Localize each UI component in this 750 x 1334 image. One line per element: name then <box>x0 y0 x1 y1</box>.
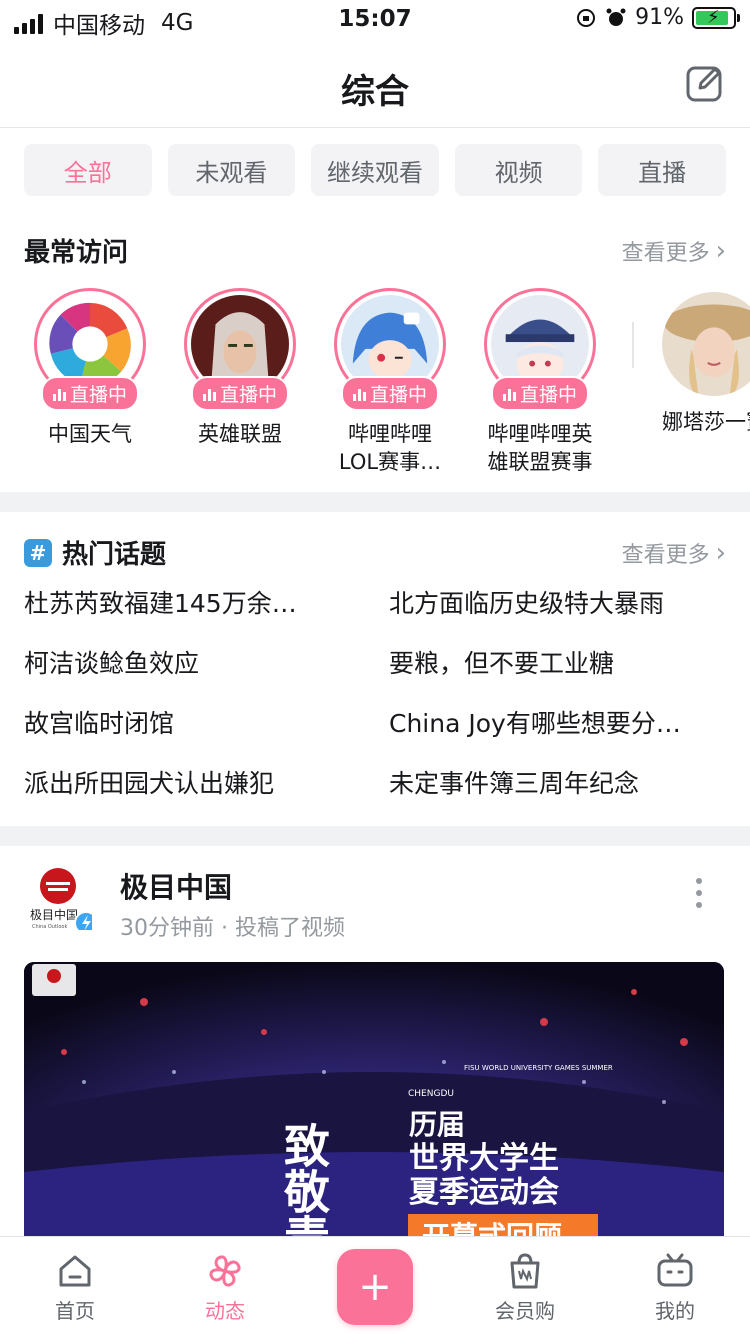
more-label: 查看更多 <box>621 240 710 266</box>
author-avatar[interactable]: 极目中国 China Outlook <box>24 862 98 935</box>
frequent-list: 直播中 中国天气 直播中 英雄联盟 直播中 哔哩哔哩LOL赛事… 直播中 哔哩哔… <box>32 288 634 476</box>
video-line3: 夏季运动会 <box>409 1175 559 1210</box>
nav-label: 会员购 <box>495 1299 555 1323</box>
frequent-item[interactable]: 直播中 中国天气 <box>32 288 148 476</box>
battery-percent: 91% <box>635 5 684 30</box>
post-time: 30分钟前 <box>120 916 214 941</box>
nav-dynamic[interactable]: 动态 <box>150 1237 300 1334</box>
nav-member-shop[interactable]: 会员购 <box>450 1237 600 1334</box>
hot-topics-more-link[interactable]: 查看更多 › <box>622 537 726 569</box>
post-action: 投稿了视频 <box>235 916 346 941</box>
hot-topic-item[interactable]: 故宫临时闭馆 <box>24 700 389 760</box>
frequent-header: 最常访问 查看更多 › <box>24 232 726 269</box>
hot-topic-item[interactable]: 派出所田园犬认出嫌犯 <box>24 760 389 820</box>
author-name[interactable]: 极目中国 <box>120 866 232 906</box>
hashtag-icon: # <box>24 538 52 567</box>
divider <box>632 322 634 368</box>
shopping-bag-icon <box>510 1253 540 1289</box>
frequent-item[interactable]: 直播中 哔哩哔哩英雄联盟赛事 <box>482 288 598 476</box>
alarm-icon <box>606 8 626 26</box>
nav-label: 我的 <box>655 1299 695 1323</box>
frequent-item-name: 娜塔莎一寶 <box>662 410 750 434</box>
bottom-nav: 首页 动态 + 会员购 我的 <box>0 1236 750 1334</box>
tab-all[interactable]: 全部 <box>24 144 152 196</box>
live-badge: 直播中 <box>40 376 140 411</box>
chevron-right-icon: › <box>715 235 726 266</box>
logo-text: 极目中国 <box>30 907 78 922</box>
header: 综合 <box>0 40 750 128</box>
tab-unwatched[interactable]: 未观看 <box>167 144 296 196</box>
logo-subtext: China Outlook <box>32 924 67 930</box>
tab-video[interactable]: 视频 <box>454 144 583 196</box>
more-options-icon[interactable] <box>696 878 702 908</box>
pinwheel-icon <box>209 1255 241 1287</box>
plus-icon: + <box>337 1249 413 1325</box>
live-bars-icon <box>202 387 216 401</box>
page-title: 综合 <box>341 72 409 112</box>
nav-label: 动态 <box>205 1299 245 1323</box>
frequent-item[interactable]: 娜塔莎一寶 <box>662 292 750 436</box>
hot-topic-item[interactable]: 北方面临历史级特大暴雨 <box>389 580 726 640</box>
tab-live[interactable]: 直播 <box>598 144 726 196</box>
hot-topics-grid: 杜苏芮致福建145万余… 北方面临历史级特大暴雨 柯洁谈鲶鱼效应 要粮，但不要工… <box>24 580 726 820</box>
frequent-item-name: 英雄联盟 <box>198 422 282 446</box>
battery-icon: ⚡ <box>692 6 740 29</box>
compose-icon[interactable] <box>686 64 724 102</box>
section-divider <box>0 492 750 512</box>
live-bars-icon <box>352 387 366 401</box>
filter-tabs: 全部 未观看 继续观看 视频 直播 <box>24 144 726 196</box>
video-line2: 世界大学生 <box>409 1141 559 1176</box>
live-bars-icon <box>502 387 516 401</box>
section-divider <box>0 826 750 846</box>
tv-icon <box>657 1253 693 1287</box>
live-badge: 直播中 <box>490 376 590 411</box>
hot-topic-item[interactable]: 未定事件簿三周年纪念 <box>389 760 726 820</box>
tab-continue-watching[interactable]: 继续观看 <box>311 144 439 196</box>
frequent-item[interactable]: 直播中 英雄联盟 <box>182 288 298 476</box>
hot-topic-item[interactable]: China Joy有哪些想要分… <box>389 700 726 760</box>
frequent-item-name: 哔哩哔哩英雄联盟赛事 <box>487 422 593 474</box>
live-bars-icon <box>52 387 66 401</box>
frequent-item-name: 中国天气 <box>48 422 132 446</box>
video-line1: 历届 <box>409 1108 465 1141</box>
nav-publish[interactable]: + <box>300 1237 450 1334</box>
avatar <box>662 292 750 396</box>
nav-label: 首页 <box>55 1299 95 1323</box>
video-thumbnail[interactable]: 致敬青春 CHENGDU FISU WORLD UNIVERSITY GAMES… <box>24 962 724 1262</box>
frequent-item-name: 哔哩哔哩LOL赛事… <box>338 422 442 474</box>
hot-topic-item[interactable]: 杜苏芮致福建145万余… <box>24 580 389 640</box>
home-icon <box>59 1255 91 1287</box>
rotation-lock-icon <box>577 8 596 27</box>
video-brand: CHENGDU <box>408 1089 454 1099</box>
live-badge: 直播中 <box>190 376 290 411</box>
hot-topic-item[interactable]: 要粮，但不要工业糖 <box>389 640 726 700</box>
frequent-more-link[interactable]: 查看更多 › <box>622 235 726 267</box>
frequent-item[interactable]: 直播中 哔哩哔哩LOL赛事… <box>332 288 448 476</box>
chevron-right-icon: › <box>715 537 726 568</box>
nav-profile[interactable]: 我的 <box>600 1237 750 1334</box>
hot-topics-header: # 热门话题 查看更多 › <box>24 534 726 571</box>
hot-topics-title: 热门话题 <box>62 540 167 570</box>
status-bar: 中国移动 4G 15:07 91% ⚡ <box>0 0 750 40</box>
video-fisu-text: FISU WORLD UNIVERSITY GAMES SUMMER <box>464 1064 613 1072</box>
frequent-title: 最常访问 <box>24 238 129 268</box>
more-label: 查看更多 <box>621 542 710 568</box>
post-meta: 30分钟前 · 投稿了视频 <box>120 916 346 941</box>
hot-topic-item[interactable]: 柯洁谈鲶鱼效应 <box>24 640 389 700</box>
nav-home[interactable]: 首页 <box>0 1237 150 1334</box>
live-badge: 直播中 <box>340 376 440 411</box>
